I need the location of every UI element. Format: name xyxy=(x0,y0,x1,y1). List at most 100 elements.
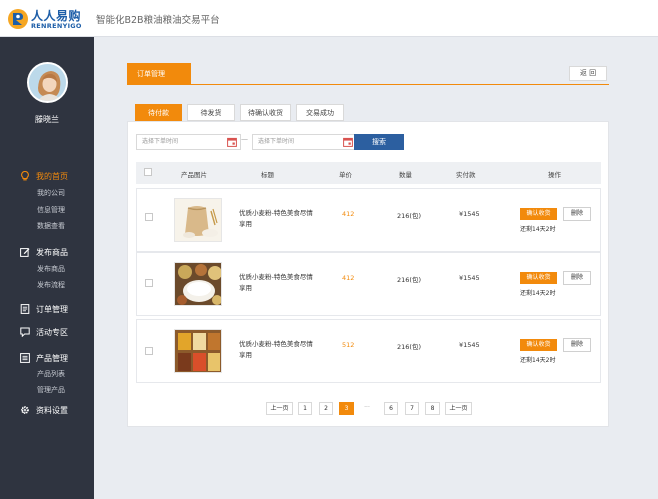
panel-tab-order-management[interactable]: 订单管理 xyxy=(127,63,191,85)
table-row: 优质小麦粉-特色美食尽情享用 412 216(包) ¥1545 确认收货 删除 … xyxy=(136,252,601,316)
date-range-separator: — xyxy=(241,135,248,143)
paid-amount: ¥1545 xyxy=(459,341,480,349)
quantity: 216(包) xyxy=(397,276,421,284)
panel-header: 订单管理 返 回 xyxy=(127,63,609,85)
unit-price: 512 xyxy=(342,341,355,349)
table-row: 优质小麦粉-特色美食尽情享用 412 216(包) ¥1545 确认收货 删除 … xyxy=(136,188,601,252)
unit-price: 412 xyxy=(342,210,355,218)
col-title: 标题 xyxy=(261,171,274,179)
col-paid-amount: 实付款 xyxy=(456,171,476,179)
paid-amount: ¥1545 xyxy=(459,210,480,218)
calendar-icon[interactable] xyxy=(227,137,237,147)
start-date-placeholder: 选择下单时间 xyxy=(142,138,179,145)
table-header: 产品图片 标题 单价 数量 实付款 操作 xyxy=(136,162,601,184)
user-name: 滕晓兰 xyxy=(35,115,59,124)
nav-activity-zone[interactable]: 活动专区 xyxy=(20,326,68,338)
nav-publish-product-label: 发布商品 xyxy=(36,247,68,257)
tab-pending-payment[interactable]: 待付款 xyxy=(135,104,182,121)
avatar-photo-icon xyxy=(29,64,66,101)
gear-icon xyxy=(21,406,29,414)
page-1[interactable]: 1 xyxy=(298,402,312,415)
product-title[interactable]: 优质小麦粉-特色美食尽情享用 xyxy=(239,339,314,361)
col-unit-price: 单价 xyxy=(339,171,352,179)
nav-home[interactable]: 我的首页 xyxy=(20,170,68,182)
tab-pending-receipt[interactable]: 待确认收货 xyxy=(240,104,291,121)
nav-order-management-label: 订单管理 xyxy=(36,304,68,314)
product-title[interactable]: 优质小麦粉-特色美食尽情享用 xyxy=(239,272,314,294)
nav-sub-publish-product[interactable]: 发布商品 xyxy=(37,264,65,274)
delete-button[interactable]: 删除 xyxy=(563,271,591,285)
delete-button[interactable]: 删除 xyxy=(563,207,591,221)
remaining-time: 还剩14天2时 xyxy=(520,357,556,364)
nav-home-label: 我的首页 xyxy=(36,171,68,181)
page-8[interactable]: 8 xyxy=(425,402,440,415)
product-image-rice[interactable] xyxy=(174,262,222,306)
logo-text-en: RENRENYIGO xyxy=(31,22,82,30)
remaining-time: 还剩14天2时 xyxy=(520,226,556,233)
delete-button[interactable]: 删除 xyxy=(563,338,591,352)
nav-profile-settings[interactable]: 资料设置 xyxy=(20,404,68,416)
remaining-time: 还剩14天2时 xyxy=(520,290,556,297)
prev-page-button[interactable]: 上一页 xyxy=(266,402,293,415)
rice-grains-icon xyxy=(175,263,221,305)
nav-order-management[interactable]: 订单管理 xyxy=(20,303,68,315)
start-date-input[interactable]: 选择下单时间 xyxy=(136,134,241,150)
col-product-image: 产品图片 xyxy=(181,171,207,179)
end-date-placeholder: 选择下单时间 xyxy=(258,138,295,145)
confirm-receipt-button[interactable]: 确认收货 xyxy=(520,339,557,351)
col-actions: 操作 xyxy=(548,171,561,179)
search-button[interactable]: 搜索 xyxy=(354,134,404,150)
confirm-receipt-button[interactable]: 确认收货 xyxy=(520,272,557,284)
nav-publish-product[interactable]: 发布商品 xyxy=(20,246,68,258)
page-2[interactable]: 2 xyxy=(319,402,333,415)
page-ellipsis: ··· xyxy=(364,404,370,411)
product-image-flour[interactable] xyxy=(174,198,222,242)
nav-product-management[interactable]: 产品管理 xyxy=(20,352,68,364)
nav-sub-product-list[interactable]: 产品列表 xyxy=(37,369,65,379)
avatar[interactable] xyxy=(27,62,68,103)
edit-icon xyxy=(20,248,30,257)
lightbulb-icon xyxy=(21,171,29,181)
page-7[interactable]: 7 xyxy=(405,402,419,415)
select-all-checkbox[interactable] xyxy=(144,168,152,176)
end-date-input[interactable]: 选择下单时间 xyxy=(252,134,357,150)
sidebar: 滕晓兰 我的首页 我的公司 信息管理 数据查看 发布商品 发布商品 发布流程 订… xyxy=(0,37,94,499)
row-checkbox[interactable] xyxy=(145,347,153,355)
nav-product-management-label: 产品管理 xyxy=(36,353,68,363)
quantity: 216(包) xyxy=(397,212,421,220)
row-checkbox[interactable] xyxy=(145,213,153,221)
document-icon xyxy=(20,304,30,314)
nav-sub-my-company[interactable]: 我的公司 xyxy=(37,188,65,198)
col-quantity: 数量 xyxy=(399,171,412,179)
table-row: 优质小麦粉-特色美食尽情享用 512 216(包) ¥1545 确认收货 删除 … xyxy=(136,319,601,383)
nav-sub-info-management[interactable]: 信息管理 xyxy=(37,205,65,215)
page-6[interactable]: 6 xyxy=(384,402,398,415)
list-icon xyxy=(20,353,30,363)
row-checkbox[interactable] xyxy=(145,279,153,287)
product-title[interactable]: 优质小麦粉-特色美食尽情享用 xyxy=(239,208,314,230)
site-title: 智能化B2B粮油粮油交易平台 xyxy=(96,15,220,26)
back-button[interactable]: 返 回 xyxy=(569,66,607,81)
page-3-current[interactable]: 3 xyxy=(339,402,354,415)
next-page-button[interactable]: 上一页 xyxy=(445,402,472,415)
site-logo[interactable]: 人人易购 RENRENYIGO xyxy=(7,6,85,32)
nav-activity-zone-label: 活动专区 xyxy=(36,327,68,337)
calendar-icon[interactable] xyxy=(343,137,353,147)
nav-profile-settings-label: 资料设置 xyxy=(36,405,68,415)
nav-sub-publish-flow[interactable]: 发布流程 xyxy=(37,280,65,290)
quantity: 216(包) xyxy=(397,343,421,351)
mixed-grains-icon xyxy=(175,330,221,372)
chat-icon xyxy=(20,327,30,337)
flour-sack-icon xyxy=(175,199,221,241)
tab-completed[interactable]: 交易成功 xyxy=(296,104,344,121)
paid-amount: ¥1545 xyxy=(459,274,480,282)
tab-pending-shipment[interactable]: 待发货 xyxy=(187,104,235,121)
logo-mark-icon xyxy=(8,9,28,29)
nav-sub-data-view[interactable]: 数据查看 xyxy=(37,221,65,231)
order-card: 选择下单时间 — 选择下单时间 搜索 产品图片 标题 单价 数量 实付款 操作 xyxy=(127,121,609,427)
product-image-grains[interactable] xyxy=(174,329,222,373)
nav-sub-manage-products[interactable]: 管理产品 xyxy=(37,385,65,395)
top-bar: 人人易购 RENRENYIGO 智能化B2B粮油粮油交易平台 xyxy=(0,0,658,37)
unit-price: 412 xyxy=(342,274,355,282)
confirm-receipt-button[interactable]: 确认收货 xyxy=(520,208,557,220)
